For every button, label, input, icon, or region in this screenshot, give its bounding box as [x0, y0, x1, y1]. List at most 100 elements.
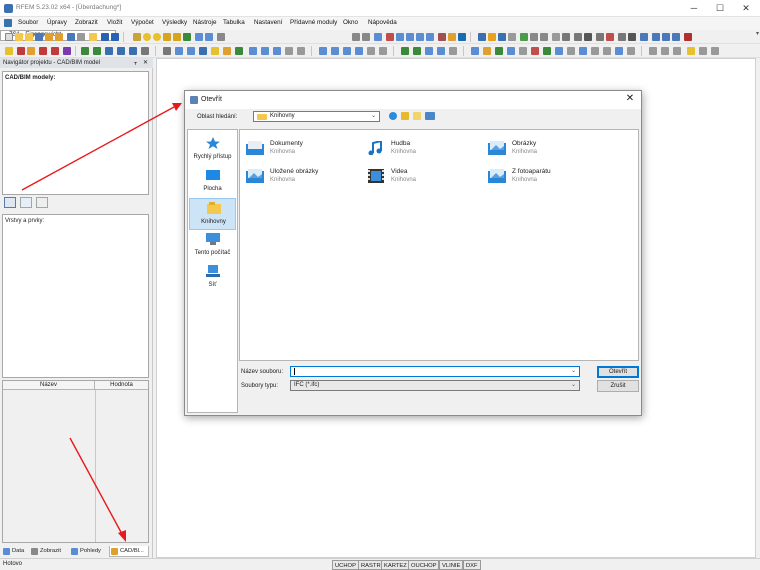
snap-icon[interactable]	[319, 47, 327, 55]
sun-icon[interactable]	[488, 33, 496, 41]
render-icon[interactable]	[438, 33, 446, 41]
member-load-icon[interactable]	[175, 47, 183, 55]
mirror-icon[interactable]	[652, 33, 660, 41]
result-values-icon[interactable]	[711, 47, 719, 55]
close-window-button[interactable]: ✕	[739, 2, 753, 14]
coordinate-system-icon[interactable]	[343, 47, 351, 55]
status-grid-button[interactable]: RASTR	[358, 560, 384, 570]
surfaces-icon[interactable]	[552, 33, 560, 41]
report-icon[interactable]	[483, 47, 491, 55]
line-load-icon[interactable]	[199, 47, 207, 55]
workplane-icon[interactable]	[331, 47, 339, 55]
save-icon[interactable]	[35, 33, 43, 41]
move-icon[interactable]	[628, 33, 636, 41]
menu-vlozit[interactable]: Vložit	[107, 19, 122, 26]
measure-icon[interactable]	[584, 33, 592, 41]
opening-icon[interactable]	[93, 47, 101, 55]
check-icon[interactable]	[495, 47, 503, 55]
results-icon[interactable]	[195, 33, 203, 41]
menu-napoveda[interactable]: Nápověda	[368, 19, 397, 26]
view-xy-icon[interactable]	[416, 33, 424, 41]
tab-views[interactable]: Pohledy	[70, 546, 108, 557]
up-folder-icon[interactable]	[401, 112, 409, 120]
new-file-icon[interactable]	[5, 33, 13, 41]
result-check-icon[interactable]	[687, 47, 695, 55]
deformation-icon[interactable]	[386, 33, 394, 41]
visibility-icon[interactable]	[498, 33, 506, 41]
settings-icon[interactable]	[519, 47, 527, 55]
result-diagram-icon[interactable]	[661, 47, 669, 55]
status-cartesian-button[interactable]: KARTEZ	[381, 560, 410, 570]
display-icon[interactable]	[478, 33, 486, 41]
smooth-icon[interactable]	[649, 47, 657, 55]
table-icon[interactable]	[425, 47, 433, 55]
menu-pridavne-moduly[interactable]: Přídavné moduly	[290, 19, 337, 26]
members-icon[interactable]	[530, 33, 538, 41]
ucs-icon[interactable]	[355, 47, 363, 55]
imperfection-icon[interactable]	[211, 47, 219, 55]
place-network[interactable]: Síť	[189, 262, 236, 294]
place-quick-access[interactable]: Rychlý přístup	[189, 134, 236, 166]
zoom-window-icon[interactable]	[173, 33, 181, 41]
maximize-button[interactable]: ☐	[713, 2, 727, 14]
close-panel-icon[interactable]: ✕	[143, 58, 148, 68]
record-icon[interactable]	[555, 47, 563, 55]
grid-icon[interactable]	[520, 33, 528, 41]
print-icon[interactable]	[67, 33, 75, 41]
menu-vypocet[interactable]: Výpočet	[131, 19, 154, 26]
results-on-icon[interactable]	[374, 33, 382, 41]
redo-icon[interactable]	[111, 33, 119, 41]
mesh-icon[interactable]	[401, 47, 409, 55]
model-check-icon[interactable]	[205, 33, 213, 41]
mesh-refine-icon[interactable]	[413, 47, 421, 55]
filename-input[interactable]: ⌄	[290, 366, 580, 377]
arc-icon[interactable]	[39, 47, 47, 55]
place-this-pc[interactable]: Tento počítač	[189, 230, 236, 262]
dialog-close-icon[interactable]: ✕	[624, 93, 636, 104]
edit-icon[interactable]	[133, 33, 141, 41]
view-menu-icon[interactable]	[425, 112, 435, 120]
tab-cad-bim[interactable]: CAD/Bl...	[109, 546, 149, 557]
tab-display[interactable]: Zobrazit	[30, 546, 68, 557]
place-desktop[interactable]: Plocha	[189, 166, 236, 198]
nodal-load-icon[interactable]	[163, 47, 171, 55]
filter-icon[interactable]	[603, 47, 611, 55]
zoom-all-icon[interactable]	[163, 33, 171, 41]
view-xz-icon[interactable]	[396, 33, 404, 41]
library-item-camera-roll[interactable]: Z fotoaparátu Knihovna	[486, 164, 601, 188]
menu-upravy[interactable]: Úpravy	[47, 19, 67, 26]
menu-zobrazit[interactable]: Zobrazit	[75, 19, 98, 26]
member-icon[interactable]	[27, 47, 35, 55]
edit-model-button[interactable]	[20, 197, 32, 208]
status-osnap-button[interactable]: OUCHOP	[408, 560, 440, 570]
status-snap-button[interactable]: UCHOP	[332, 560, 359, 570]
comment-icon[interactable]	[261, 47, 269, 55]
archive-icon[interactable]	[55, 33, 63, 41]
play-icon[interactable]	[543, 47, 551, 55]
polyline-icon[interactable]	[51, 47, 59, 55]
status-dxf-button[interactable]: DXF	[463, 560, 481, 570]
combination-icon[interactable]	[235, 47, 243, 55]
calculate-icon[interactable]	[183, 33, 191, 41]
clipping-icon[interactable]	[297, 47, 305, 55]
hinge-icon[interactable]	[129, 47, 137, 55]
menu-vysledky[interactable]: Výsledky	[162, 19, 187, 26]
value-icon[interactable]	[591, 47, 599, 55]
color-scale-icon[interactable]	[615, 47, 623, 55]
print-report-icon[interactable]	[77, 33, 85, 41]
arrow-left-icon[interactable]	[352, 33, 360, 41]
result-section-icon[interactable]	[673, 47, 681, 55]
save-as-icon[interactable]	[45, 33, 53, 41]
look-in-select[interactable]: Knihovny ⌄	[253, 111, 380, 122]
open-model-icon[interactable]	[25, 33, 33, 41]
tab-data[interactable]: Data	[2, 546, 28, 557]
stop-icon[interactable]	[531, 47, 539, 55]
library-item-music[interactable]: Hudba Knihovna	[365, 136, 480, 160]
app-menu-icon[interactable]	[4, 19, 12, 27]
open-button[interactable]: Otevřít	[597, 366, 639, 378]
solid-create-icon[interactable]	[105, 47, 113, 55]
pin-icon[interactable]: ᚁ	[134, 58, 137, 68]
delete-model-button[interactable]	[36, 197, 48, 208]
legend-icon[interactable]	[579, 47, 587, 55]
section-icon[interactable]	[508, 33, 516, 41]
